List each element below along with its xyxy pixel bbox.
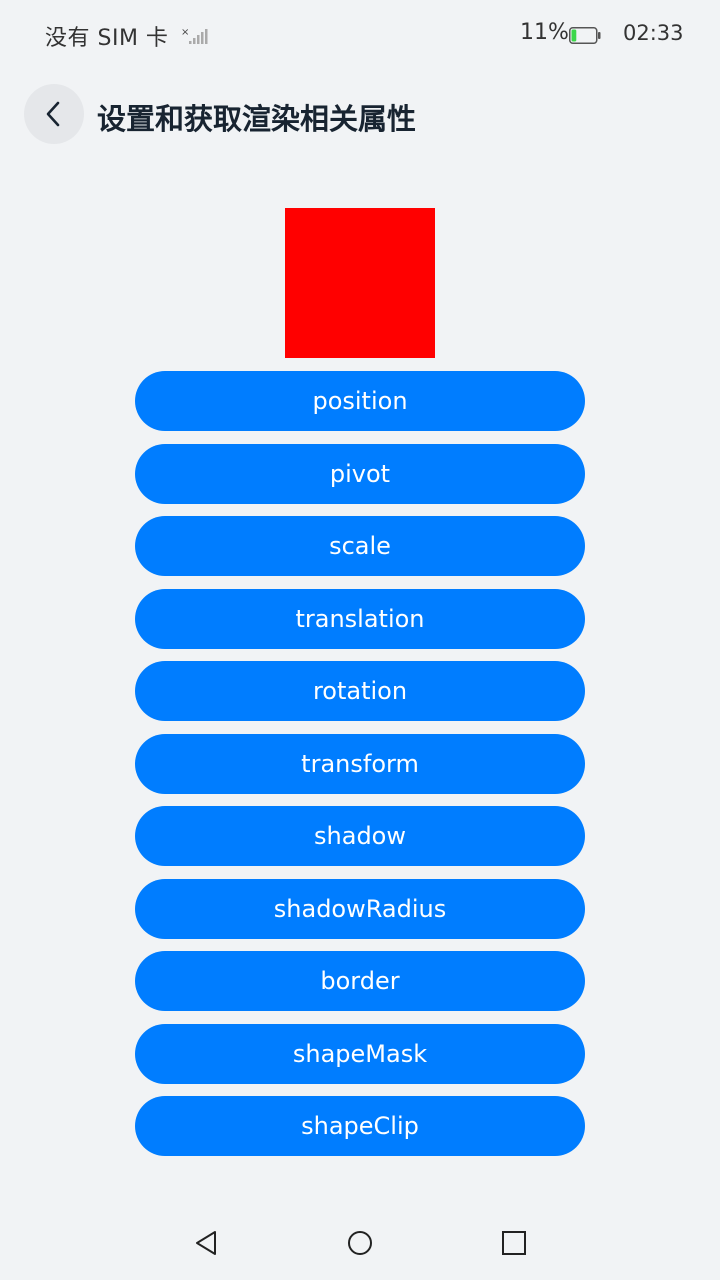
navigation-bar <box>0 1210 720 1280</box>
preview-square <box>285 208 435 358</box>
shape-mask-button[interactable]: shapeMask <box>135 1023 585 1084</box>
home-circle-icon[interactable] <box>345 1228 375 1258</box>
signal-icon: × <box>181 27 208 44</box>
back-button[interactable] <box>24 84 84 144</box>
rotation-button[interactable]: rotation <box>135 661 585 721</box>
title-bar: 设置和获取渲染相关属性 <box>0 82 720 146</box>
recents-square-icon[interactable] <box>499 1228 529 1258</box>
battery-percent: 11% <box>520 20 569 45</box>
border-button[interactable]: border <box>135 951 585 1011</box>
carrier-text: 没有 SIM 卡 <box>45 26 169 51</box>
shadow-radius-button[interactable]: shadowRadius <box>135 878 585 939</box>
position-button[interactable]: position <box>135 371 585 431</box>
page-title: 设置和获取渲染相关属性 <box>97 102 417 136</box>
status-bar: 没有 SIM 卡 × 11% 02:33 <box>0 0 720 72</box>
button-list: position pivot scale translation rotatio… <box>135 371 585 1169</box>
svg-text:×: × <box>181 27 189 38</box>
shape-clip-button[interactable]: shapeClip <box>135 1096 585 1156</box>
chevron-left-icon <box>46 101 60 127</box>
transform-button[interactable]: transform <box>135 733 585 794</box>
scale-button[interactable]: scale <box>135 516 585 576</box>
pivot-button[interactable]: pivot <box>135 443 585 504</box>
battery-icon <box>569 27 601 44</box>
translation-button[interactable]: translation <box>135 588 585 649</box>
back-triangle-icon[interactable] <box>192 1228 222 1258</box>
clock: 02:33 <box>623 21 684 45</box>
shadow-button[interactable]: shadow <box>135 806 585 866</box>
